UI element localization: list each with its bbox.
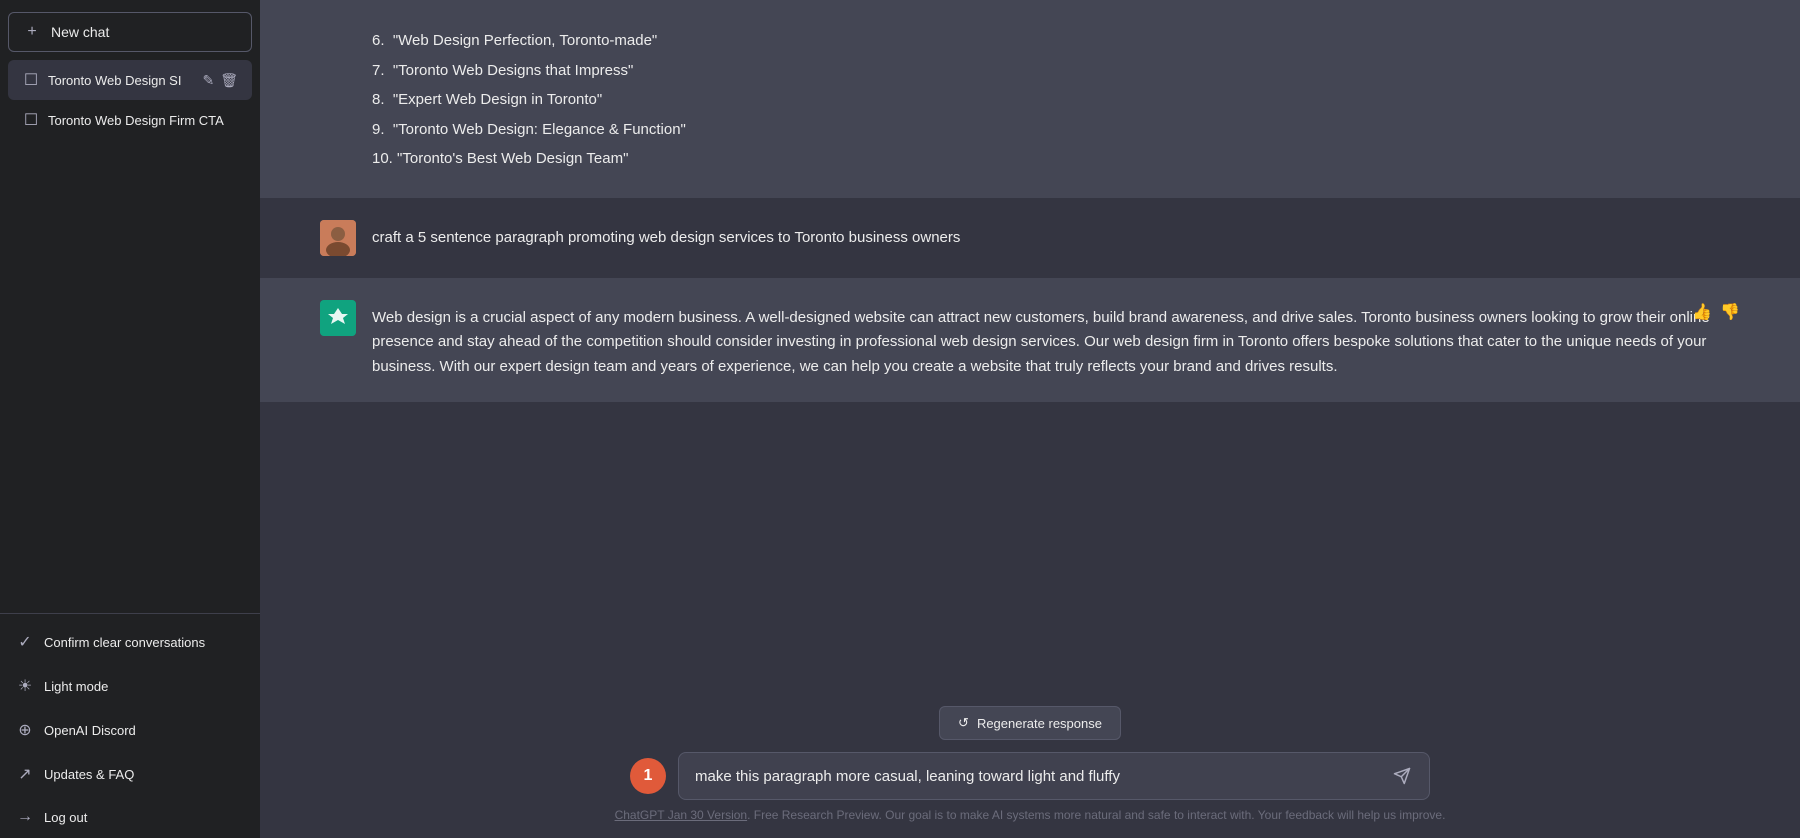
sidebar-item-confirm-clear[interactable]: ✓ Confirm clear conversations — [0, 620, 260, 664]
main-content: 6. "Web Design Perfection, Toronto-made"… — [260, 0, 1800, 838]
list-item: 10. "Toronto's Best Web Design Team" — [372, 146, 1740, 172]
sidebar-item-chat1[interactable]: ☐ Toronto Web Design SI ✎ 🗑 — [8, 60, 252, 100]
chat-label-2: Toronto Web Design Firm CTA — [48, 113, 238, 128]
sun-icon: ☀ — [16, 676, 34, 696]
sidebar-item-chat2[interactable]: ☐ Toronto Web Design Firm CTA — [8, 100, 252, 140]
sidebar-spacer — [0, 140, 260, 607]
numbered-list: 6. "Web Design Perfection, Toronto-made"… — [372, 28, 1740, 172]
user-number: 1 — [644, 767, 653, 785]
ai-message-text-1: Web design is a crucial aspect of any mo… — [372, 300, 1740, 380]
external-link-icon: ↗ — [16, 764, 34, 784]
footer-version-link[interactable]: ChatGPT Jan 30 Version — [615, 808, 748, 822]
input-area: ↺ Regenerate response 1 ChatGPT Jan 30 V… — [260, 690, 1800, 838]
ai-message-1: Web design is a crucial aspect of any mo… — [260, 278, 1800, 402]
plus-icon: + — [23, 23, 41, 41]
footer-text: ChatGPT Jan 30 Version. Free Research Pr… — [615, 808, 1446, 830]
list-num: 8. — [372, 91, 385, 108]
footer-desc: . Free Research Preview. Our goal is to … — [747, 808, 1445, 822]
new-chat-button[interactable]: + New chat — [8, 12, 252, 52]
send-icon — [1393, 767, 1411, 785]
discord-icon: ⊕ — [16, 720, 34, 740]
chat-input[interactable] — [695, 768, 1381, 785]
sidebar: + New chat ☐ Toronto Web Design SI ✎ 🗑 ☐… — [0, 0, 260, 838]
confirm-clear-label: Confirm clear conversations — [44, 635, 205, 650]
list-num: 10. — [372, 150, 393, 167]
regenerate-icon: ↺ — [958, 715, 969, 731]
sidebar-item-logout[interactable]: → Log out — [0, 796, 260, 838]
chat-icon-1: ☐ — [22, 70, 40, 90]
discord-label: OpenAI Discord — [44, 723, 136, 738]
sidebar-divider — [0, 613, 260, 614]
list-item: 7. "Toronto Web Designs that Impress" — [372, 58, 1740, 84]
list-num: 7. — [372, 62, 385, 79]
list-item: 8. "Expert Web Design in Toronto" — [372, 87, 1740, 113]
message-numbered-list: 6. "Web Design Perfection, Toronto-made"… — [260, 0, 1800, 198]
user-message-text-1: craft a 5 sentence paragraph promoting w… — [372, 220, 1740, 251]
list-num: 9. — [372, 121, 385, 138]
ai-avatar — [320, 300, 356, 336]
chat-list: ☐ Toronto Web Design SI ✎ 🗑 ☐ Toronto We… — [0, 60, 260, 140]
checkmark-icon: ✓ — [16, 632, 34, 652]
list-num: 6. — [372, 32, 385, 49]
thumbs-up-icon[interactable]: 👍 — [1692, 300, 1712, 326]
chat-area: 6. "Web Design Perfection, Toronto-made"… — [260, 0, 1800, 690]
input-row: 1 — [630, 752, 1430, 800]
user-avatar — [320, 220, 356, 256]
ai-text-1: Web design is a crucial aspect of any mo… — [372, 309, 1710, 376]
list-item: 6. "Web Design Perfection, Toronto-made" — [372, 28, 1740, 54]
send-button[interactable] — [1391, 765, 1413, 787]
chat-icon-2: ☐ — [22, 110, 40, 130]
user-number-badge: 1 — [630, 758, 666, 794]
chat-input-wrapper — [678, 752, 1430, 800]
numbered-list-content: 6. "Web Design Perfection, Toronto-made"… — [372, 22, 1740, 176]
edit-icon-1[interactable]: ✎ — [202, 72, 214, 89]
logout-label: Log out — [44, 810, 87, 825]
logout-icon: → — [16, 808, 34, 826]
sidebar-item-light-mode[interactable]: ☀ Light mode — [0, 664, 260, 708]
thumbs-down-icon[interactable]: 👎 — [1720, 300, 1740, 326]
chat-label-1: Toronto Web Design SI — [48, 73, 194, 88]
user-text-1: craft a 5 sentence paragraph promoting w… — [372, 229, 960, 246]
light-mode-label: Light mode — [44, 679, 108, 694]
feedback-icons: 👍 👎 — [1692, 300, 1740, 326]
new-chat-label: New chat — [51, 24, 109, 40]
list-item: 9. "Toronto Web Design: Elegance & Funct… — [372, 117, 1740, 143]
sidebar-item-updates[interactable]: ↗ Updates & FAQ — [0, 752, 260, 796]
regenerate-button[interactable]: ↺ Regenerate response — [939, 706, 1121, 740]
sidebar-item-discord[interactable]: ⊕ OpenAI Discord — [0, 708, 260, 752]
chat-actions-1: ✎ 🗑 — [202, 72, 238, 89]
regenerate-label: Regenerate response — [977, 716, 1102, 731]
user-message-1: craft a 5 sentence paragraph promoting w… — [260, 198, 1800, 278]
delete-icon-1[interactable]: 🗑 — [220, 72, 238, 89]
updates-label: Updates & FAQ — [44, 767, 134, 782]
